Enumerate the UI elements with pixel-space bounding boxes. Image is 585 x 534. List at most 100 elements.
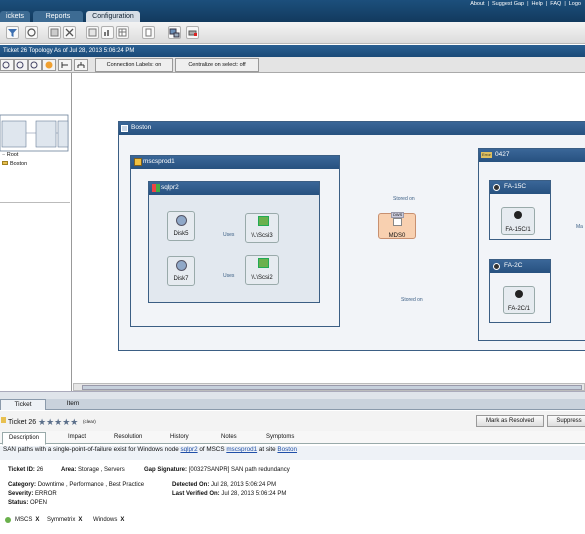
tab-impact[interactable]: Impact — [68, 434, 86, 440]
topology-overview[interactable] — [0, 95, 70, 203]
windows-icon — [152, 184, 160, 192]
link-separator: | — [564, 1, 566, 7]
zoom-fit-icon[interactable] — [28, 59, 42, 71]
document-icon[interactable] — [142, 26, 155, 39]
edge-label-uses: Uses — [223, 232, 235, 238]
remove-tag-icon[interactable]: X — [120, 517, 124, 523]
site-icon — [121, 125, 128, 132]
tag-mscs[interactable]: MSCS X — [15, 517, 39, 523]
fa-name: FA-2C — [504, 262, 523, 269]
field-label: Last Verified On: — [172, 491, 220, 497]
rating-clear[interactable]: (clear) — [83, 419, 96, 425]
mark-resolved-button[interactable]: Mark as Resolved — [476, 415, 544, 427]
mscs-link[interactable]: mscsprod1 — [226, 446, 257, 453]
node-link[interactable]: sqlpr2 — [180, 446, 197, 453]
export-icon[interactable] — [48, 26, 61, 39]
gap-signature-field: Gap Signature: [00327SANPR] SAN path red… — [144, 467, 290, 473]
logout-link[interactable]: Logo — [569, 1, 581, 7]
connection-labels-button[interactable]: Connection Labels: on — [95, 58, 173, 72]
layout-hierarchy-icon[interactable] — [74, 59, 88, 71]
report-icon[interactable] — [86, 26, 99, 39]
ticket-description: SAN paths with a single-point-of-failure… — [3, 446, 297, 453]
tab-reports[interactable]: Reports — [33, 11, 83, 22]
suppress-button[interactable]: Suppress — [547, 415, 585, 427]
host-name: mscsprod1 — [143, 158, 175, 165]
fa-15c-port[interactable]: FA-15C/1 — [501, 207, 535, 235]
port-icon — [515, 290, 523, 298]
topology-canvas[interactable]: Boston mscsprod1 sqlpr2 Disk5 Disk7 \\.\… — [73, 73, 585, 391]
faq-link[interactable]: FAQ — [550, 1, 561, 7]
remove-tag-icon[interactable]: X — [35, 517, 39, 523]
close-ticket-icon[interactable] — [63, 26, 76, 39]
about-link[interactable]: About — [470, 1, 484, 7]
help-link[interactable]: Help — [532, 1, 543, 7]
edge-label-stored-on: Stored on — [393, 196, 415, 202]
tab-tickets[interactable]: ickets — [0, 11, 30, 22]
scsi-label: \\.\Scsi3 — [251, 233, 273, 239]
fa-2c-port[interactable]: FA-2C/1 — [503, 286, 535, 314]
tab-description[interactable]: Description — [2, 432, 47, 445]
desc-text: of MSCS — [199, 446, 225, 453]
node-header: sqlpr2 — [149, 182, 319, 195]
link-separator: | — [545, 1, 548, 7]
cluster-icon — [134, 158, 142, 166]
filter-icon[interactable] — [6, 26, 19, 39]
layout-tree-icon[interactable] — [58, 59, 72, 71]
tab-notes[interactable]: Notes — [221, 434, 237, 440]
topology-toolbar: Connection Labels: on Centralize on sele… — [0, 57, 585, 73]
tab-symptoms[interactable]: Symptoms — [266, 434, 294, 440]
suggest-gap-link[interactable]: Suggest Gap — [492, 1, 524, 7]
error-badge: Error — [481, 152, 492, 158]
tree-item-boston[interactable]: Boston — [2, 161, 27, 168]
topology-icon[interactable] — [168, 26, 181, 39]
scsi3-node[interactable]: \\.\Scsi3 — [245, 213, 279, 243]
zoom-out-icon[interactable] — [14, 59, 28, 71]
field-value: 26 — [36, 467, 44, 473]
field-label: Status: — [8, 500, 29, 506]
ticket-bar: Ticket 26 ★★★★★ (clear) Mark as Resolved… — [0, 411, 585, 431]
tag-label: MSCS — [15, 517, 33, 523]
host-header: mscsprod1 — [131, 156, 339, 169]
field-label: Ticket ID: — [8, 467, 35, 473]
remove-tag-icon[interactable]: X — [78, 517, 82, 523]
print-icon[interactable] — [186, 26, 199, 39]
main-toolbar — [0, 22, 585, 44]
tab-item[interactable]: Item — [50, 399, 96, 410]
splitter[interactable] — [0, 391, 585, 399]
severity-field: Severity: ERROR — [8, 491, 57, 497]
chart-icon[interactable] — [101, 26, 114, 39]
switch-icon — [393, 218, 402, 226]
disk-icon — [176, 260, 187, 271]
disk5-node[interactable]: Disk5 — [167, 211, 195, 241]
horizontal-scrollbar[interactable] — [73, 383, 585, 391]
rating-stars[interactable]: ★★★★★ — [38, 418, 78, 427]
disk-icon — [176, 215, 187, 226]
zoom-in-icon[interactable] — [0, 59, 14, 71]
tab-history[interactable]: History — [170, 434, 189, 440]
app-header: ickets Reports Configuration About | Sugge… — [0, 0, 585, 22]
scsi-label: \\.\Scsi2 — [251, 275, 273, 281]
site-name: 0427 — [495, 151, 510, 158]
scroll-thumb[interactable] — [82, 385, 582, 390]
tag-windows[interactable]: Windows X — [93, 517, 124, 523]
disk7-node[interactable]: Disk7 — [167, 256, 195, 286]
tag-symmetrix[interactable]: Symmetrix X — [47, 517, 82, 523]
table-icon[interactable] — [116, 26, 129, 39]
pan-icon[interactable] — [42, 59, 56, 71]
desc-text: SAN paths with a single-point-of-failure… — [3, 446, 179, 453]
fa-header: FA-2C — [490, 260, 550, 273]
edge-label-uses: Uses — [223, 273, 235, 279]
site-link[interactable]: Boston — [277, 446, 297, 453]
scsi2-node[interactable]: \\.\Scsi2 — [245, 255, 279, 285]
tab-resolution[interactable]: Resolution — [114, 434, 142, 440]
mds0-switch[interactable]: DWS MDS0 — [378, 212, 416, 239]
field-value: ERROR — [35, 491, 57, 497]
tab-configuration[interactable]: Configuration — [86, 11, 140, 22]
tab-ticket[interactable]: Ticket — [0, 399, 46, 410]
topology-title: Ticket 26 Topology As of Jul 28, 2013 5:… — [0, 45, 585, 57]
scsi-icon — [258, 216, 269, 226]
tag-label: Symmetrix — [47, 517, 76, 523]
centralize-button[interactable]: Centralize on select: off — [175, 58, 259, 72]
tree-item-root[interactable]: − Root — [2, 152, 18, 159]
refresh-icon[interactable] — [25, 26, 38, 39]
